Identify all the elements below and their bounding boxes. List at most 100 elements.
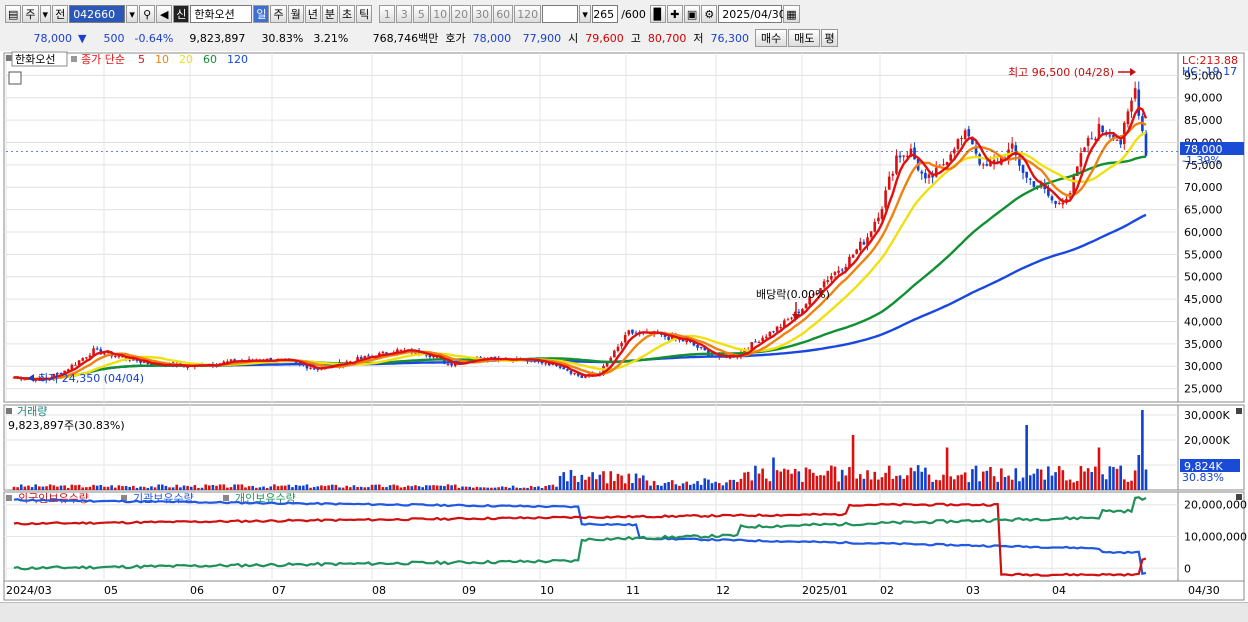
volume-bar — [663, 483, 667, 490]
candle-body — [1083, 147, 1086, 152]
volume-bar — [1123, 479, 1126, 490]
candle-body — [309, 367, 312, 369]
period-0[interactable]: 일 — [253, 5, 270, 23]
low-annotation: 최저 24,350 (04/04) — [38, 372, 144, 385]
volume-bar — [211, 484, 215, 490]
interval-30[interactable]: 30 — [472, 5, 493, 23]
window-menu-icon[interactable]: ▤ — [5, 5, 22, 23]
eval-button[interactable]: 평 — [821, 29, 838, 47]
count-input[interactable]: 265 — [592, 5, 619, 23]
candle-body — [884, 190, 887, 208]
sell-button[interactable]: 매도 — [788, 29, 821, 47]
volume-bar — [544, 485, 547, 490]
chart-area[interactable]: 25,000 30,000 35,000 40,000 45,000 50,000 55,0… — [0, 51, 1248, 602]
volume-bar — [363, 487, 367, 490]
candle-body — [837, 270, 840, 273]
candle-body — [960, 138, 963, 140]
volume-bar — [262, 486, 265, 490]
volume-bar — [309, 487, 312, 490]
buy-button[interactable]: 매수 — [754, 29, 788, 47]
candle-body — [399, 349, 403, 351]
bottom-scrollbar[interactable] — [0, 602, 1248, 622]
period-5[interactable]: 초 — [338, 5, 356, 23]
volume-bar — [23, 486, 27, 490]
gear-icon[interactable]: ⚙ — [701, 5, 718, 23]
stock-code-input[interactable]: 042660 — [69, 5, 126, 23]
volume-bar — [150, 486, 153, 490]
volume-bar — [652, 480, 656, 490]
candle-body — [764, 336, 768, 339]
volume-bar — [486, 487, 490, 490]
volume-bar — [500, 486, 504, 490]
interval-60[interactable]: 60 — [493, 5, 514, 23]
dividend-annotation: 배당락(0.00%) — [756, 288, 830, 301]
volume-bar — [1010, 479, 1014, 490]
bid-value: 77,900 — [522, 31, 562, 45]
volume-bar — [132, 485, 135, 490]
volume-bar — [1090, 471, 1094, 490]
volume-bar — [656, 485, 660, 490]
volume-bar — [508, 487, 511, 490]
candle-body — [920, 171, 924, 174]
volume-bar — [265, 487, 269, 490]
volume-bar — [482, 487, 486, 490]
interval-input[interactable] — [542, 5, 579, 23]
vol-tag-pct: 30.83% — [1182, 471, 1224, 484]
period-6[interactable]: 틱 — [356, 5, 373, 23]
volume-bar — [175, 484, 179, 490]
volume-bar — [989, 466, 992, 490]
change-value: 500 — [103, 31, 125, 45]
interval-10[interactable]: 10 — [430, 5, 451, 23]
candle-body — [569, 371, 573, 374]
save-icon[interactable]: ▣ — [683, 5, 701, 23]
candle-body — [862, 241, 866, 245]
type-select[interactable]: 주 — [22, 5, 39, 23]
candle-body — [573, 373, 576, 375]
chevron-down-icon[interactable]: ▾ — [39, 5, 52, 23]
volume-bar — [609, 471, 613, 490]
date-tick-label: 2024/03 — [6, 584, 52, 597]
speaker-icon[interactable]: ◀ — [156, 5, 173, 23]
volume-bar — [204, 484, 207, 490]
interval-20[interactable]: 20 — [451, 5, 472, 23]
volume-bar — [443, 486, 446, 490]
volume-bar — [1050, 475, 1054, 490]
crosshair-icon[interactable]: ✚ — [666, 5, 683, 23]
all-button[interactable]: 전 — [52, 5, 69, 23]
period-2[interactable]: 월 — [287, 5, 304, 23]
volume-bar — [479, 487, 482, 490]
volume-bar — [323, 486, 327, 490]
volume-bar — [519, 487, 522, 490]
candle-body — [913, 147, 916, 160]
volume-bar — [41, 486, 45, 490]
candle-body — [822, 281, 826, 288]
interval-120[interactable]: 120 — [514, 5, 542, 23]
volume-bar — [580, 474, 584, 490]
candle-body — [790, 317, 793, 319]
volume-bar — [247, 486, 251, 490]
interval-1[interactable]: 1 — [379, 5, 396, 23]
candle-body — [1032, 181, 1036, 187]
period-4[interactable]: 분 — [321, 5, 338, 23]
code-dropdown-icon[interactable]: ▾ — [126, 5, 139, 23]
count-total: /600 — [621, 7, 646, 21]
price-tick-label: 30,000 — [1184, 360, 1223, 373]
interval-3[interactable]: 3 — [396, 5, 413, 23]
volume-bar — [414, 485, 417, 490]
volume-bar — [916, 465, 920, 490]
period-3[interactable]: 년 — [304, 5, 321, 23]
search-icon[interactable]: ⚲ — [139, 5, 156, 23]
volume-bar — [913, 471, 916, 490]
chart-type-icon[interactable]: ▉ — [649, 5, 666, 23]
candle-body — [623, 335, 627, 343]
calendar-icon[interactable]: ▦ — [783, 5, 800, 23]
date-input[interactable]: 2025/04/30 — [718, 5, 786, 23]
date-tick-label: 11 — [626, 584, 640, 597]
volume-bar — [515, 487, 519, 490]
volume-bar — [341, 487, 345, 490]
interval-dropdown-icon[interactable]: ▾ — [579, 5, 592, 23]
period-1[interactable]: 주 — [270, 5, 287, 23]
interval-5[interactable]: 5 — [413, 5, 430, 23]
volume-bar — [754, 465, 757, 490]
hoga-label: 호가 — [445, 32, 466, 45]
